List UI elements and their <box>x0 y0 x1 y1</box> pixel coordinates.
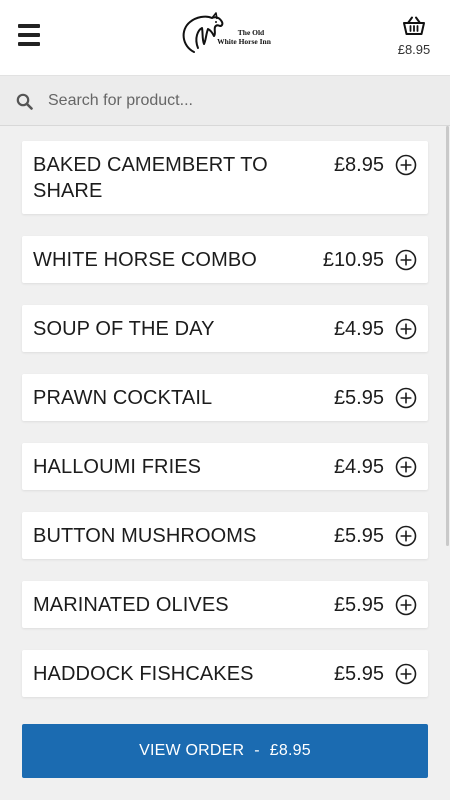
view-order-label: VIEW ORDER <box>139 742 245 759</box>
search-icon <box>16 93 33 110</box>
basket-icon <box>403 16 425 35</box>
menu-item-price: £5.95 <box>333 387 384 409</box>
menu-item-price: £10.95 <box>322 249 384 271</box>
search-bar <box>0 76 450 126</box>
plus-circle-icon[interactable] <box>395 456 417 478</box>
menu-item-price: £4.95 <box>333 318 384 340</box>
menu-item[interactable]: WHITE HORSE COMBO £10.95 <box>22 236 428 283</box>
basket-total: £8.95 <box>397 42 431 57</box>
plus-circle-icon[interactable] <box>395 318 417 340</box>
plus-circle-icon[interactable] <box>395 663 417 685</box>
scrollbar-thumb[interactable] <box>446 126 449 546</box>
view-order-button[interactable]: VIEW ORDER - £8.95 <box>22 724 428 778</box>
menu-item[interactable]: HALLOUMI FRIES £4.95 <box>22 443 428 490</box>
plus-circle-icon[interactable] <box>395 525 417 547</box>
menu-item-price: £8.95 <box>333 154 384 176</box>
menu-item[interactable]: PRAWN COCKTAIL £5.95 <box>22 374 428 421</box>
view-order-total: £8.95 <box>269 742 311 759</box>
menu-item-price: £5.95 <box>333 525 384 547</box>
menu-item-list: BAKED CAMEMBERT TO SHARE £8.95 WHITE HORSE… <box>22 141 428 719</box>
plus-circle-icon[interactable] <box>395 249 417 271</box>
plus-circle-icon[interactable] <box>395 594 417 616</box>
menu-item[interactable]: BUTTON MUSHROOMS £5.95 <box>22 512 428 559</box>
menu-item[interactable]: BAKED CAMEMBERT TO SHARE £8.95 <box>22 141 428 214</box>
scrollbar[interactable] <box>445 126 450 724</box>
menu-item-price: £5.95 <box>333 663 384 685</box>
hamburger-menu-icon[interactable] <box>18 24 42 50</box>
menu-item-price: £4.95 <box>333 456 384 478</box>
plus-circle-icon[interactable] <box>395 387 417 409</box>
menu-item[interactable]: MARINATED OLIVES £5.95 <box>22 581 428 628</box>
menu-item[interactable]: SOUP OF THE DAY £4.95 <box>22 305 428 352</box>
menu-item-price: £5.95 <box>333 594 384 616</box>
search-input[interactable] <box>48 84 428 118</box>
basket-button[interactable]: £8.95 <box>392 16 436 62</box>
logo-wordmark: The Old White Horse Inn <box>217 28 271 46</box>
app-header: The Old White Horse Inn £8.95 <box>0 0 450 76</box>
view-order-separator: - <box>254 742 260 759</box>
menu-item[interactable]: HADDOCK FISHCAKES £5.95 <box>22 650 428 697</box>
plus-circle-icon[interactable] <box>395 154 417 176</box>
